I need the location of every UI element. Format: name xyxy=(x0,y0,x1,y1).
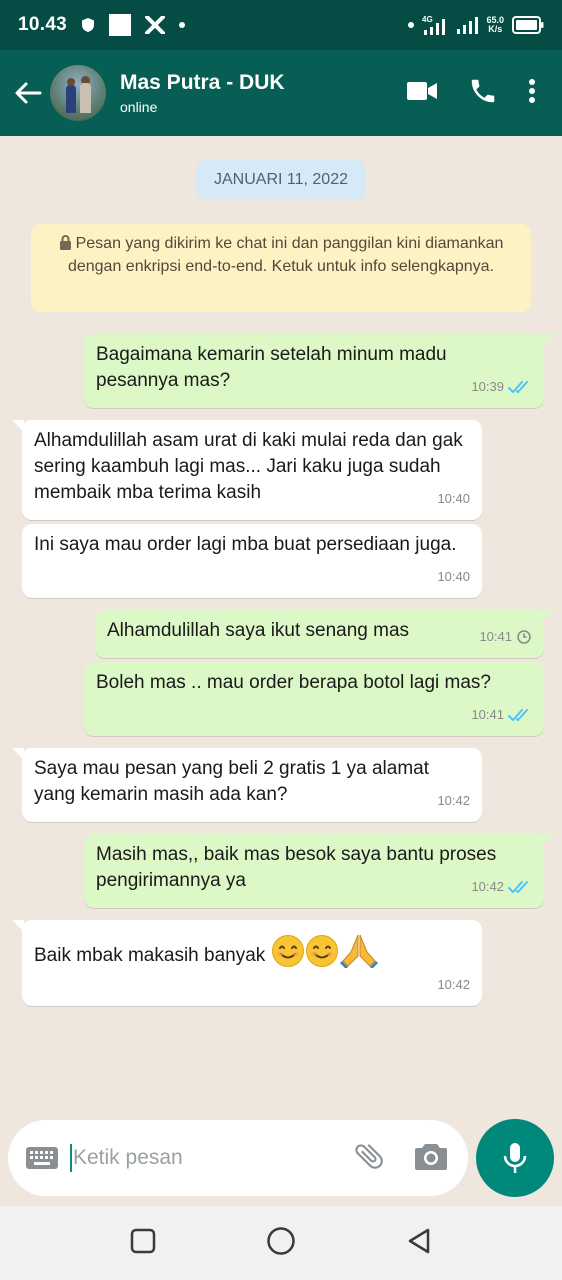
x-app-icon xyxy=(145,16,166,34)
message-composer: Ketik pesan xyxy=(8,1120,468,1196)
video-call-icon xyxy=(407,81,437,100)
network-speed: 65.0 K/s xyxy=(486,16,504,34)
more-options-button[interactable] xyxy=(528,78,536,109)
contact-name: Mas Putra - DUK xyxy=(120,71,285,94)
message-meta: 10:40 xyxy=(437,564,470,590)
message-meta: 10:40 xyxy=(437,486,470,512)
voice-message-button[interactable] xyxy=(476,1119,554,1197)
message-bubble-outgoing[interactable]: Alhamdulillah saya ikut senang mas 10:41 xyxy=(95,610,554,658)
contact-avatar[interactable] xyxy=(50,65,106,121)
back-nav-button[interactable] xyxy=(406,1227,432,1260)
message-input-placeholder: Ketik pesan xyxy=(73,1146,183,1169)
chat-area[interactable]: JANUARI 11, 2022 Pesan yang dikirim ke c… xyxy=(0,136,562,1106)
signal-bars-icon xyxy=(456,16,479,34)
camera-button[interactable] xyxy=(414,1141,448,1176)
message-bubble-outgoing[interactable]: Masih mas,, baik mas besok saya bantu pr… xyxy=(84,834,554,908)
camera-icon xyxy=(415,1143,447,1170)
phone-icon xyxy=(471,79,495,102)
more-vert-icon xyxy=(529,78,535,103)
lock-icon xyxy=(59,235,71,250)
message-input[interactable]: Ketik pesan xyxy=(70,1144,346,1172)
circle-home-icon xyxy=(267,1226,295,1255)
message-time: 10:42 xyxy=(471,879,504,894)
message-bubble-outgoing[interactable]: Boleh mas .. mau order berapa botol lagi… xyxy=(84,662,544,736)
microphone-icon xyxy=(503,1143,527,1173)
notification-dot-icon xyxy=(408,22,415,28)
message-text: Masih mas,, baik mas besok saya bantu pr… xyxy=(96,844,497,891)
message-meta: 10:42 xyxy=(437,972,470,998)
message-text: Bagaimana kemarin setelah minum madu pes… xyxy=(96,344,447,391)
paperclip-icon xyxy=(355,1143,383,1169)
message-time: 10:41 xyxy=(479,629,512,644)
network-label: 4G xyxy=(422,15,433,24)
message-time: 10:42 xyxy=(437,793,470,808)
message-bubble-incoming[interactable]: Ini saya mau order lagi mba buat persedi… xyxy=(22,524,482,598)
network-speed-unit: K/s xyxy=(488,24,503,34)
contact-info[interactable]: Mas Putra - DUK online xyxy=(120,71,285,115)
double-check-read-icon xyxy=(508,881,528,893)
home-button[interactable] xyxy=(266,1226,296,1261)
message-meta: 10:41 xyxy=(479,624,532,650)
message-time: 10:40 xyxy=(437,569,470,584)
message-time: 10:40 xyxy=(437,491,470,506)
voice-call-button[interactable] xyxy=(468,76,498,111)
message-bubble-incoming[interactable]: Baik mbak makasih banyak 10:42 xyxy=(12,920,482,1006)
back-arrow-icon xyxy=(15,82,42,104)
message-time: 10:41 xyxy=(471,707,504,722)
message-bubble-outgoing[interactable]: Bagaimana kemarin setelah minum madu pes… xyxy=(84,334,554,408)
message-bubble-incoming[interactable]: Saya mau pesan yang beli 2 gratis 1 ya a… xyxy=(12,748,482,822)
encryption-notice-text: Pesan yang dikirim ke chat ini dan pangg… xyxy=(67,235,504,275)
gallery-notification-icon xyxy=(109,14,132,36)
smiling-face-icon xyxy=(271,935,304,967)
date-chip: JANUARI 11, 2022 xyxy=(196,160,366,200)
chat-header: Mas Putra - DUK online xyxy=(0,50,562,136)
message-text: Ini saya mau order lagi mba buat persedi… xyxy=(34,534,457,555)
double-check-read-icon xyxy=(508,709,528,721)
shield-icon xyxy=(81,17,95,33)
message-meta: 10:42 xyxy=(471,874,532,900)
message-meta: 10:42 xyxy=(437,788,470,814)
video-call-button[interactable] xyxy=(406,80,438,107)
message-text: Saya mau pesan yang beli 2 gratis 1 ya a… xyxy=(34,758,430,805)
message-time: 10:39 xyxy=(471,379,504,394)
status-bar: 10.43 4G 65.0 K/s xyxy=(0,0,562,50)
square-recents-icon xyxy=(130,1228,156,1253)
message-meta: 10:41 xyxy=(471,702,532,728)
message-bubble-incoming[interactable]: Alhamdulillah asam urat di kaki mulai re… xyxy=(12,420,482,520)
attach-button[interactable] xyxy=(352,1139,386,1178)
message-text: Alhamdulillah asam urat di kaki mulai re… xyxy=(34,430,463,503)
contact-presence: online xyxy=(120,99,158,115)
battery-icon xyxy=(512,16,544,34)
double-check-read-icon xyxy=(508,381,528,393)
message-text: Boleh mas .. mau order berapa botol lagi… xyxy=(96,672,491,693)
triangle-back-icon xyxy=(408,1228,430,1253)
message-text: Alhamdulillah saya ikut senang mas xyxy=(107,620,410,641)
message-time: 10:42 xyxy=(437,977,470,992)
message-text: Baik mbak makasih banyak xyxy=(34,945,266,966)
system-navigation-bar xyxy=(0,1206,562,1280)
signal-4g-icon: 4G xyxy=(422,14,448,36)
back-button[interactable] xyxy=(6,63,50,123)
smiling-face-icon xyxy=(305,935,338,967)
status-time: 10.43 xyxy=(18,14,68,35)
encryption-notice[interactable]: Pesan yang dikirim ke chat ini dan pangg… xyxy=(31,224,531,312)
message-meta: 10:39 xyxy=(471,374,532,400)
keyboard-button[interactable] xyxy=(24,1146,60,1170)
recents-button[interactable] xyxy=(130,1228,156,1259)
keyboard-icon xyxy=(26,1147,58,1169)
folded-hands-icon xyxy=(339,934,378,968)
notification-dot-icon xyxy=(179,22,186,28)
clock-pending-icon xyxy=(517,630,531,644)
